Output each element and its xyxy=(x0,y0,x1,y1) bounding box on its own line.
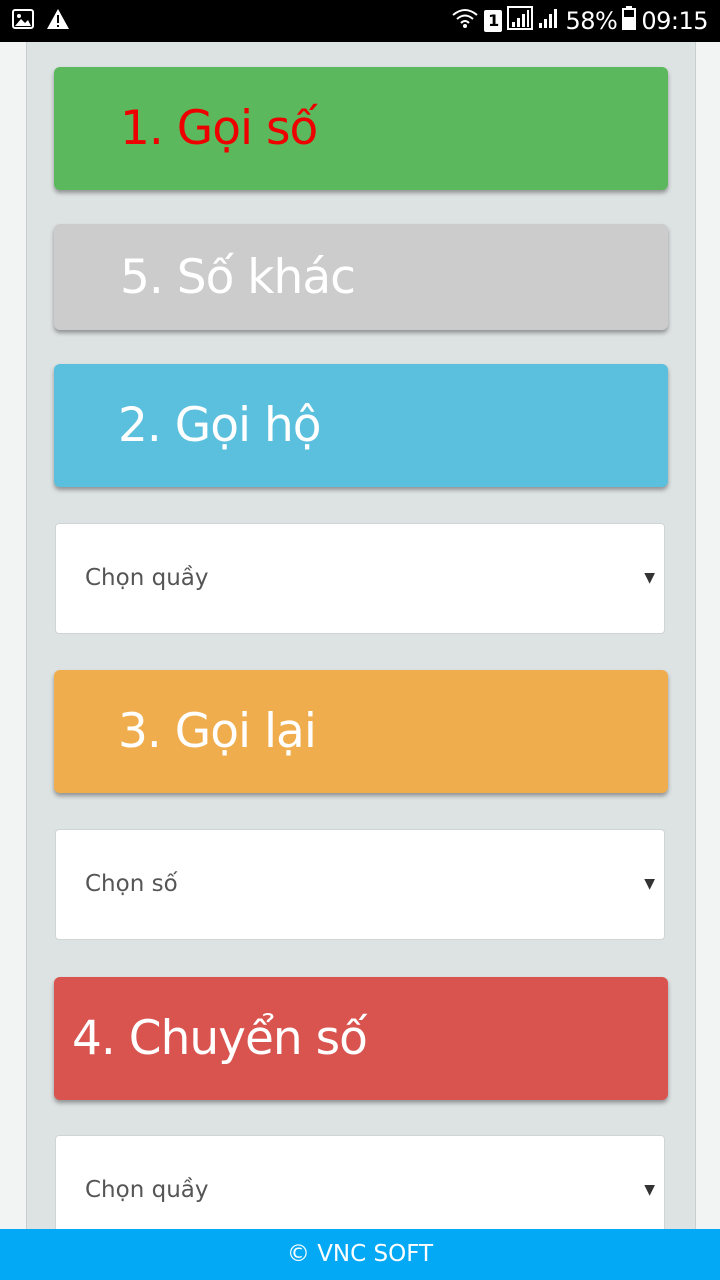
battery-level: 58% xyxy=(565,7,618,35)
recall-button[interactable]: 3. Gọi lại xyxy=(54,670,668,793)
counter-select-proxy[interactable]: Chọn quầy ▼ xyxy=(55,523,665,634)
clock: 09:15 xyxy=(641,7,708,35)
wifi-icon xyxy=(451,7,479,35)
call-proxy-button[interactable]: 2. Gọi hộ xyxy=(54,364,668,487)
dropdown-arrow-icon: ▼ xyxy=(644,570,655,586)
signal-icon xyxy=(507,6,534,36)
signal-icon-2 xyxy=(538,6,560,36)
warning-icon xyxy=(46,8,70,34)
image-icon xyxy=(12,9,34,33)
sim-icon: 1 xyxy=(484,10,503,32)
other-number-button[interactable]: 5. Số khác xyxy=(54,224,668,330)
footer-copyright: © VNC SOFT xyxy=(0,1229,720,1280)
counter-select-proxy-value: Chọn quầy xyxy=(85,565,209,591)
call-number-button[interactable]: 1. Gọi số xyxy=(54,67,668,190)
dropdown-arrow-icon: ▼ xyxy=(644,876,655,892)
status-left-icons xyxy=(12,8,70,34)
battery-icon xyxy=(622,6,637,36)
status-right-icons: 1 58% 09:15 xyxy=(451,6,708,36)
status-bar: 1 58% 09:15 xyxy=(0,0,720,42)
number-select-recall[interactable]: Chọn số ▼ xyxy=(55,829,665,940)
number-select-recall-value: Chọn số xyxy=(85,871,178,897)
transfer-number-button[interactable]: 4. Chuyển số xyxy=(54,977,668,1100)
